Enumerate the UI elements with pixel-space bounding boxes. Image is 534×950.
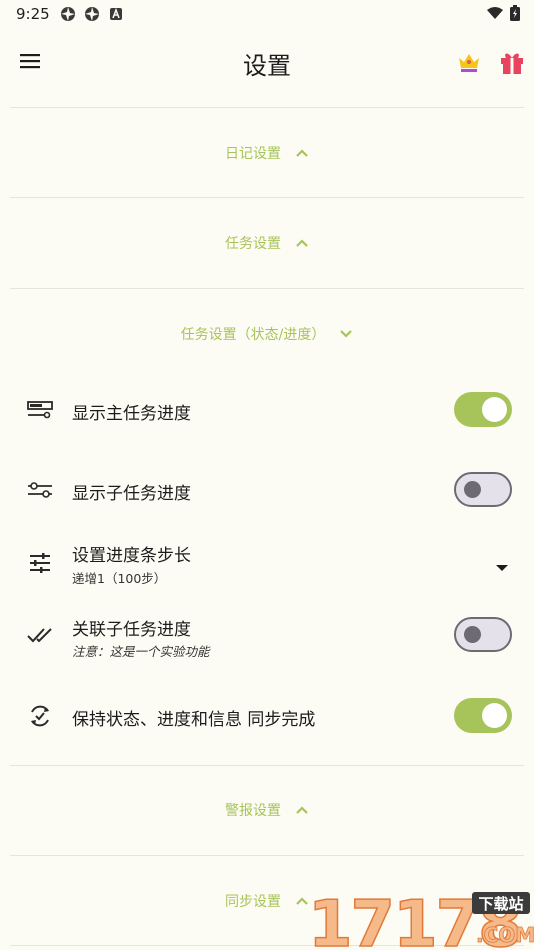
setting-note: 注意：这是一个实验功能 (72, 644, 210, 659)
hamburger-menu-icon[interactable] (18, 50, 44, 74)
setting-label: 关联子任务进度 (72, 620, 191, 640)
toggle-knob (464, 481, 481, 498)
setting-link-sub-progress[interactable]: 关联子任务进度 注意：这是一个实验功能 (0, 605, 534, 665)
chevron-up-icon (295, 238, 309, 248)
aperture-icon (84, 6, 100, 22)
chevron-up-icon (295, 805, 309, 815)
section-label: 同步设置 (225, 894, 281, 910)
svg-text:.COM: .COM (476, 923, 534, 947)
setting-label: 保持状态、进度和信息 同步完成 (72, 710, 316, 730)
section-label: 任务设置 (225, 236, 281, 252)
dropdown-arrow-icon[interactable] (494, 558, 510, 571)
divider (10, 107, 524, 108)
section-label: 警报设置 (225, 803, 281, 819)
link-sub-progress-toggle[interactable] (454, 617, 512, 652)
sliders-icon (26, 478, 54, 502)
divider (10, 765, 524, 766)
chevron-up-icon (295, 896, 309, 906)
chevron-up-icon (295, 148, 309, 158)
setting-show-main-progress[interactable]: 显示主任务进度 (0, 380, 534, 440)
font-a-icon (108, 6, 124, 22)
setting-value: 递增1（100步） (72, 571, 167, 586)
crown-icon[interactable] (456, 50, 482, 74)
app-bar: 设置 (0, 28, 534, 98)
aperture-icon (60, 6, 76, 22)
toggle-knob (464, 626, 481, 643)
status-bar: 9:25 (0, 0, 534, 28)
section-header-task-progress[interactable]: 任务设置（状态/进度） (0, 314, 534, 354)
setting-progress-step[interactable]: 设置进度条步长 递增1（100步） (0, 533, 534, 593)
section-header-diary[interactable]: 日记设置 (0, 133, 534, 173)
status-time: 9:25 (16, 5, 50, 23)
section-header-alarm[interactable]: 警报设置 (0, 790, 534, 830)
toggle-knob (482, 703, 507, 728)
keep-sync-toggle[interactable] (454, 698, 512, 733)
setting-label: 显示子任务进度 (72, 484, 191, 504)
setting-keep-sync[interactable]: 保持状态、进度和信息 同步完成 (0, 686, 534, 746)
tune-icon (26, 551, 54, 575)
chevron-down-icon (339, 329, 353, 339)
section-label: 任务设置（状态/进度） (180, 327, 326, 343)
section-header-sync[interactable]: 同步设置 (0, 881, 534, 921)
double-check-icon (26, 623, 54, 647)
setting-label: 设置进度条步长 (72, 546, 191, 566)
page-title: 设置 (243, 52, 291, 80)
divider (10, 945, 524, 946)
show-sub-progress-toggle[interactable] (454, 472, 512, 507)
divider (10, 855, 524, 856)
divider (10, 197, 524, 198)
battery-icon (510, 5, 520, 25)
section-label: 日记设置 (225, 146, 281, 162)
wifi-icon (486, 6, 504, 24)
divider (10, 288, 524, 289)
setting-show-sub-progress[interactable]: 显示子任务进度 (0, 460, 534, 520)
show-main-progress-toggle[interactable] (454, 392, 512, 427)
sync-icon (26, 704, 54, 728)
toggle-knob (482, 397, 507, 422)
progress-bar-icon (26, 398, 54, 422)
setting-label: 显示主任务进度 (72, 404, 191, 424)
gift-icon[interactable] (498, 48, 526, 76)
section-header-task[interactable]: 任务设置 (0, 223, 534, 263)
